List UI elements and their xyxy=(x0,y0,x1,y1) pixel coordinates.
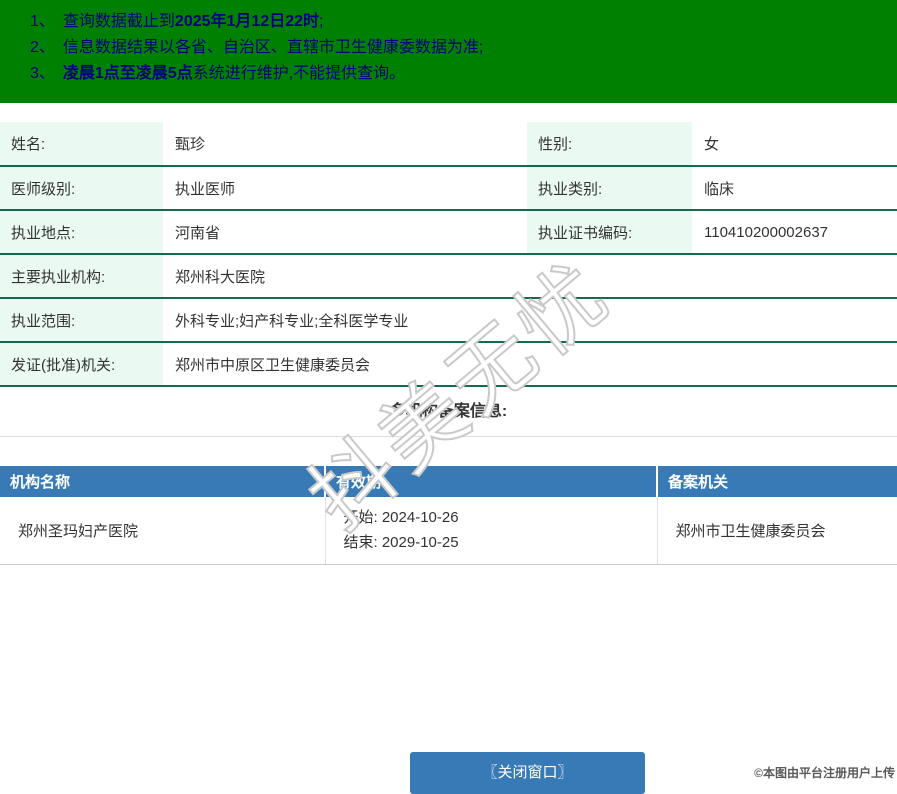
notice-line-number: 1、 xyxy=(30,13,55,30)
notice-text: 查询数据截止到 xyxy=(63,13,175,30)
gender-value: 女 xyxy=(692,122,897,166)
table-row: 执业地点: 河南省 执业证书编码: 110410200002637 xyxy=(0,210,897,254)
scope-label: 执业范围: xyxy=(0,298,163,342)
notice-line-number: 2、 xyxy=(30,39,55,56)
table-row: 主要执业机构: 郑州科大医院 xyxy=(0,254,897,298)
close-window-button[interactable]: 〖关闭窗口〗 xyxy=(410,752,645,794)
location-label: 执业地点: xyxy=(0,210,163,254)
notice-line-number: 3、 xyxy=(30,65,55,82)
category-label: 执业类别: xyxy=(527,166,692,210)
authority-cell: 郑州市卫生健康委员会 xyxy=(657,497,897,564)
table-row: 执业范围: 外科专业;妇产科专业;全科医学专业 xyxy=(0,298,897,342)
issuer-label: 发证(批准)机关: xyxy=(0,342,163,386)
validity-end: 结束: 2029-10-25 xyxy=(344,530,657,555)
gender-label: 性别: xyxy=(527,122,692,166)
name-value: 甄珍 xyxy=(163,122,527,166)
notice-line-2: 2、信息数据结果以各省、自治区、直辖市卫生健康委数据为准; xyxy=(0,35,897,61)
main-org-value: 郑州科大医院 xyxy=(163,254,897,298)
scope-value: 外科专业;妇产科专业;全科医学专业 xyxy=(163,298,897,342)
copyright-stamp: ©本图由平台注册用户上传 xyxy=(754,764,895,781)
filing-table: 机构名称 有效期 备案机关 郑州圣玛妇产医院 开始: 2024-10-26 结束… xyxy=(0,466,897,565)
notice-text: 信息数据结果以各省、自治区、直辖市卫生健康委数据为准; xyxy=(63,39,483,56)
category-value: 临床 xyxy=(692,166,897,210)
notice-banner: 1、查询数据截止到2025年1月12日22时; 2、信息数据结果以各省、自治区、… xyxy=(0,0,897,103)
table-row: 姓名: 甄珍 性别: 女 xyxy=(0,122,897,166)
filing-header-row: 机构名称 有效期 备案机关 xyxy=(0,466,897,497)
authority-header: 备案机关 xyxy=(657,466,897,497)
issuer-value: 郑州市中原区卫生健康委员会 xyxy=(163,342,897,386)
doctor-info-table: 姓名: 甄珍 性别: 女 医师级别: 执业医师 执业类别: 临床 执业地点: 河… xyxy=(0,122,897,387)
level-value: 执业医师 xyxy=(163,166,527,210)
org-name-header: 机构名称 xyxy=(0,466,325,497)
org-name-cell: 郑州圣玛妇产医院 xyxy=(0,497,325,564)
validity-header: 有效期 xyxy=(325,466,657,497)
notice-line-1: 1、查询数据截止到2025年1月12日22时; xyxy=(0,9,897,35)
validity-start: 开始: 2024-10-26 xyxy=(344,505,657,530)
filing-row: 郑州圣玛妇产医院 开始: 2024-10-26 结束: 2029-10-25 郑… xyxy=(0,497,897,564)
notice-line-3: 3、凌晨1点至凌晨5点系统进行维护,不能提供查询。 xyxy=(0,61,897,87)
name-label: 姓名: xyxy=(0,122,163,166)
notice-text: ; xyxy=(319,13,323,30)
location-value: 河南省 xyxy=(163,210,527,254)
notice-text-bold: 凌晨1点至凌晨5点 xyxy=(63,65,193,82)
cert-no-label: 执业证书编码: xyxy=(527,210,692,254)
multi-org-filing-heading: 多机构备案信息: xyxy=(0,387,897,437)
table-row: 发证(批准)机关: 郑州市中原区卫生健康委员会 xyxy=(0,342,897,386)
validity-cell: 开始: 2024-10-26 结束: 2029-10-25 xyxy=(325,497,657,564)
table-row: 医师级别: 执业医师 执业类别: 临床 xyxy=(0,166,897,210)
level-label: 医师级别: xyxy=(0,166,163,210)
main-org-label: 主要执业机构: xyxy=(0,254,163,298)
cert-no-value: 110410200002637 xyxy=(692,210,897,254)
notice-text-bold: 2025年1月12日22时 xyxy=(175,13,319,30)
notice-text: 系统进行维护,不能提供查询。 xyxy=(193,65,405,82)
